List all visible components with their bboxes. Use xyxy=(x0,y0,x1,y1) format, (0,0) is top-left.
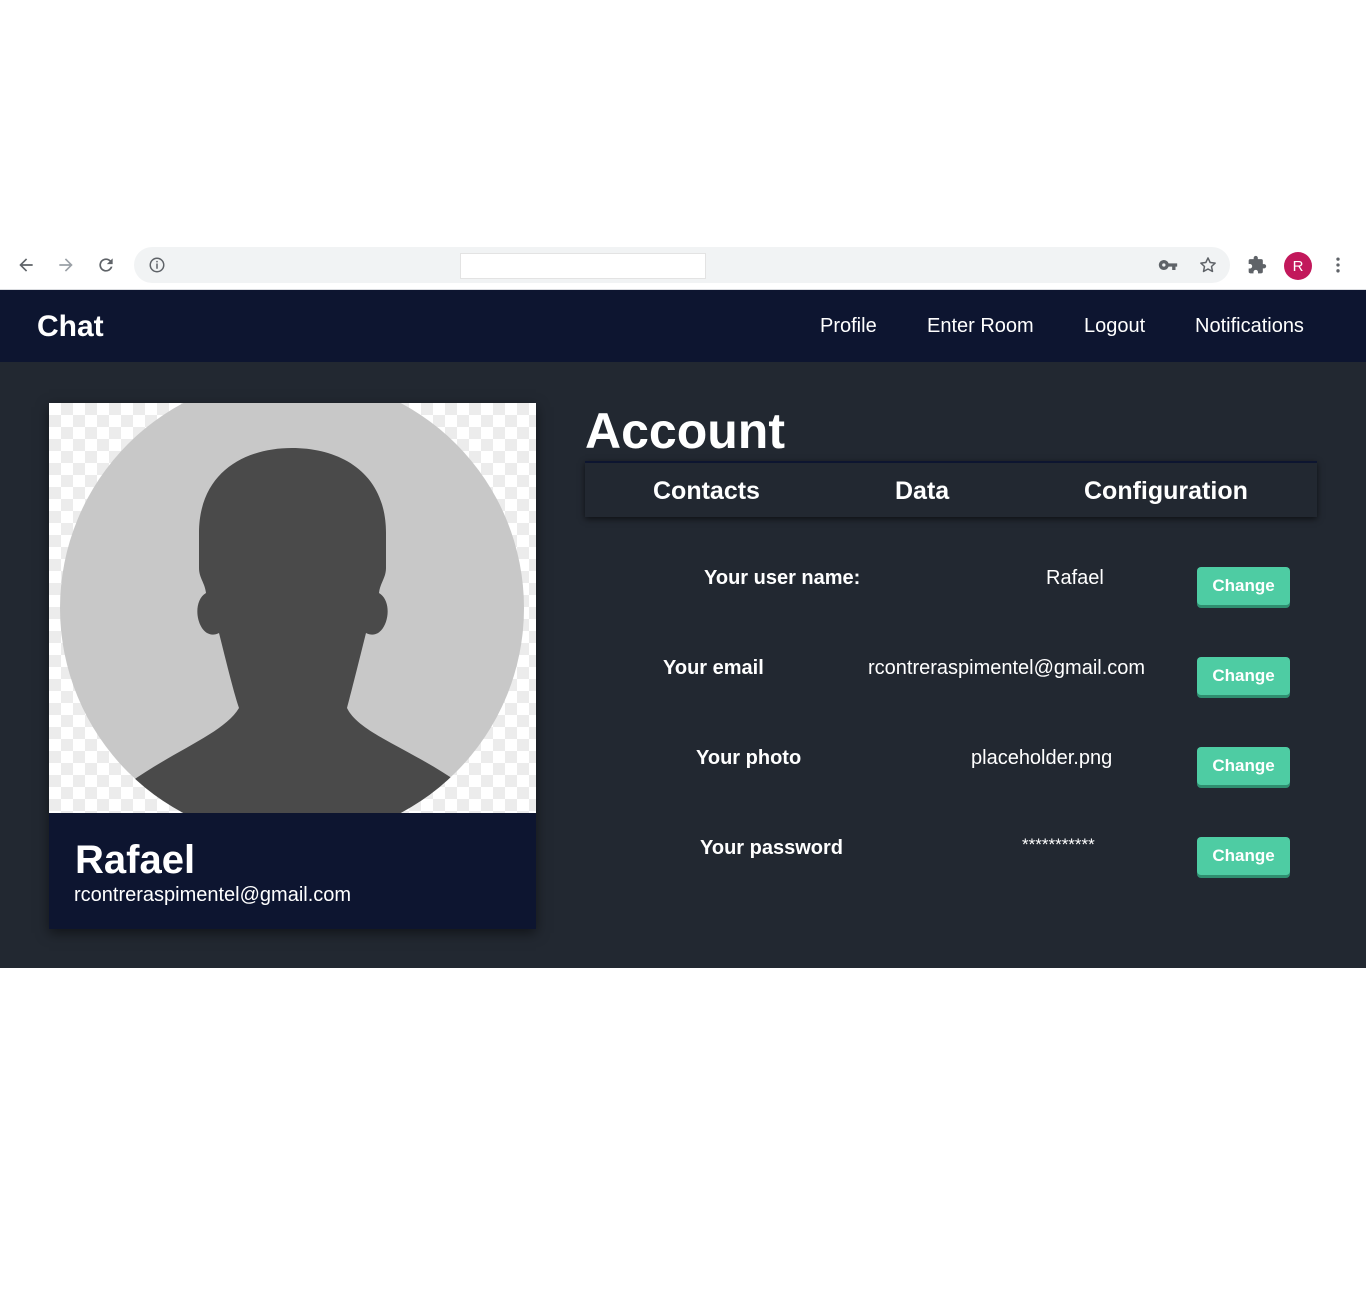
photo-value: placeholder.png xyxy=(971,747,1113,769)
page-title: Account xyxy=(585,403,785,459)
account-tabs: Contacts Data Configuration xyxy=(585,461,1317,517)
tab-contacts[interactable]: Contacts xyxy=(653,477,760,506)
change-password-button[interactable]: Change xyxy=(1197,837,1290,875)
email-value: rcontreraspimentel@gmail.com xyxy=(868,657,1146,679)
tab-configuration[interactable]: Configuration xyxy=(1084,477,1248,506)
change-email-button[interactable]: Change xyxy=(1197,657,1290,695)
profile-card: Rafael rcontreraspimentel@gmail.com xyxy=(49,403,536,929)
star-icon[interactable] xyxy=(1198,255,1218,275)
password-value: *********** xyxy=(1022,835,1095,854)
browser-toolbar: R xyxy=(0,241,1366,290)
navbar: Chat Profile Enter Room Logout Notificat… xyxy=(0,290,1366,362)
nav-link-enter-room[interactable]: Enter Room xyxy=(927,315,1034,338)
nav-link-logout[interactable]: Logout xyxy=(1084,315,1145,338)
photo-label: Your photo xyxy=(696,747,802,769)
avatar-placeholder-icon xyxy=(60,403,524,813)
change-username-button[interactable]: Change xyxy=(1197,567,1290,605)
change-photo-button[interactable]: Change xyxy=(1197,747,1290,785)
profile-avatar[interactable]: R xyxy=(1284,252,1312,280)
username-label: Your user name: xyxy=(704,567,861,589)
url-field[interactable] xyxy=(460,253,706,279)
username-value: Rafael xyxy=(1046,567,1104,589)
brand-logo[interactable]: Chat xyxy=(37,310,104,344)
nav-link-notifications[interactable]: Notifications xyxy=(1195,315,1304,338)
forward-arrow-icon[interactable] xyxy=(54,253,78,277)
profile-email: rcontreraspimentel@gmail.com xyxy=(74,884,352,906)
password-label: Your password xyxy=(700,837,843,859)
more-vert-icon[interactable] xyxy=(1328,255,1348,275)
email-label: Your email xyxy=(663,657,764,679)
address-bar[interactable] xyxy=(134,247,1230,283)
profile-photo xyxy=(49,403,536,813)
reload-icon[interactable] xyxy=(94,253,118,277)
extensions-icon[interactable] xyxy=(1247,255,1267,275)
tab-data[interactable]: Data xyxy=(895,477,949,506)
nav-link-profile[interactable]: Profile xyxy=(820,315,877,338)
key-icon[interactable] xyxy=(1158,255,1178,275)
app-page: Chat Profile Enter Room Logout Notificat… xyxy=(0,290,1366,968)
back-arrow-icon[interactable] xyxy=(14,253,38,277)
profile-name: Rafael xyxy=(75,838,196,882)
info-icon[interactable] xyxy=(148,256,166,274)
